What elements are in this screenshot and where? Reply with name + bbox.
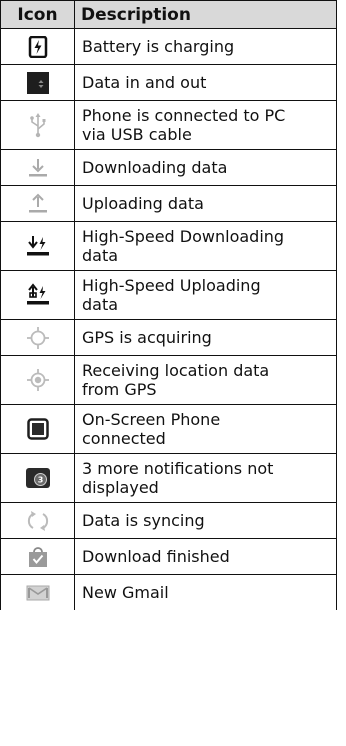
row-description: High-Speed Downloading data: [74, 221, 337, 271]
table-row: High-Speed Uploading data: [0, 270, 337, 320]
row-description: Download finished: [74, 538, 337, 575]
header-description: Description: [74, 0, 337, 29]
row-description: Downloading data: [74, 149, 337, 186]
high-speed-download-icon: [26, 236, 49, 256]
row-description: Battery is charging: [74, 28, 337, 65]
table-row: Data in and out: [0, 64, 337, 101]
usb-icon: [29, 113, 45, 138]
gmail-icon: [26, 585, 49, 600]
table-row: Download finished: [0, 538, 337, 575]
download-icon: [28, 158, 47, 176]
table-row: High-Speed Downloading data: [0, 221, 337, 271]
header-icon: Icon: [0, 0, 75, 29]
table-header-row: Icon Description: [0, 0, 337, 29]
notification-count: 3: [37, 476, 43, 485]
sync-icon: [27, 510, 48, 531]
icon-description-table: Icon Description Battery is charging Dat…: [0, 0, 337, 610]
row-description: Receiving location data from GPS: [74, 355, 337, 405]
row-description: Phone is connected to PC via USB cable: [74, 100, 337, 150]
table-row: 3 3 more notifications not displayed: [0, 453, 337, 503]
table-row: Phone is connected to PC via USB cable: [0, 100, 337, 150]
row-description: New Gmail: [74, 574, 337, 610]
upload-icon: [28, 193, 47, 212]
row-description: Data in and out: [74, 64, 337, 101]
row-description: High-Speed Uploading data: [74, 270, 337, 320]
gps-receiving-icon: [26, 369, 49, 391]
more-notifications-icon: 3: [25, 468, 50, 488]
data-in-out-icon: [26, 71, 49, 94]
row-description: Data is syncing: [74, 502, 337, 539]
row-description: On-Screen Phone connected: [74, 404, 337, 454]
row-description: 3 more notifications not displayed: [74, 453, 337, 503]
table-row: Battery is charging: [0, 28, 337, 65]
gps-acquiring-icon: [26, 326, 49, 349]
table-row: On-Screen Phone connected: [0, 404, 337, 454]
download-finished-icon: [28, 546, 47, 567]
table-row: GPS is acquiring: [0, 319, 337, 356]
table-row: Receiving location data from GPS: [0, 355, 337, 405]
table-row: Data is syncing: [0, 502, 337, 539]
on-screen-phone-icon: [26, 418, 49, 440]
table-row: New Gmail: [0, 574, 337, 610]
table-row: Uploading data: [0, 185, 337, 222]
row-description: GPS is acquiring: [74, 319, 337, 356]
table-row: Downloading data: [0, 149, 337, 186]
high-speed-upload-icon: [26, 283, 49, 305]
row-description: Uploading data: [74, 185, 337, 222]
battery-charging-icon: [28, 35, 47, 58]
